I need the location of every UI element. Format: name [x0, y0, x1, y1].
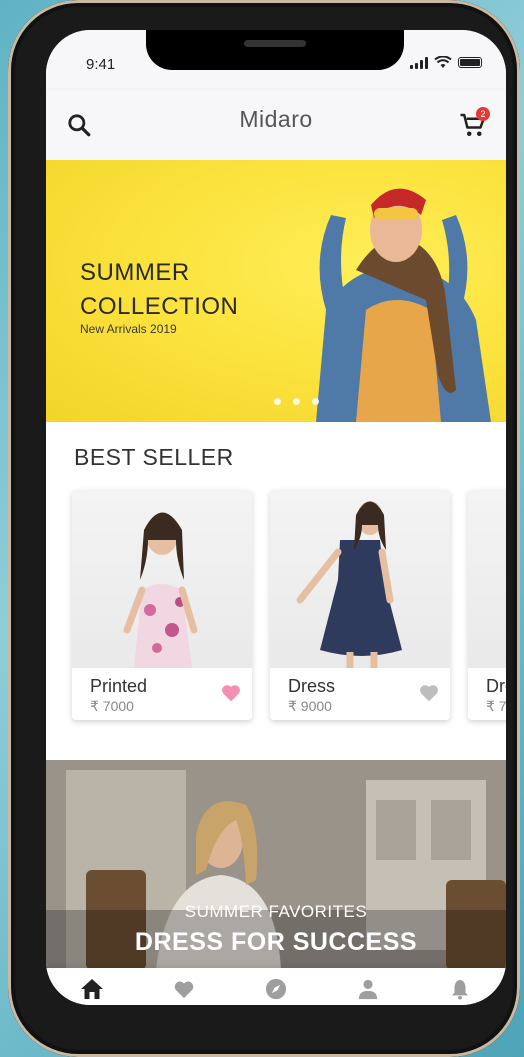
- heart-icon[interactable]: [220, 682, 242, 704]
- phone-frame: 9:41 Midaro 2 SUMMER COLLECTION New Arri…: [8, 0, 520, 1057]
- speaker: [244, 40, 306, 47]
- wifi-icon: [434, 56, 452, 68]
- heart-icon[interactable]: [418, 682, 440, 704]
- status-time: 9:41: [86, 56, 116, 73]
- tab-explore[interactable]: [261, 974, 291, 1004]
- product-price: ₹ 70: [486, 698, 506, 714]
- product-name: Dre: [486, 676, 506, 696]
- battery-icon: [458, 57, 482, 68]
- app-screen: 9:41 Midaro 2 SUMMER COLLECTION New Arri…: [46, 30, 506, 1005]
- signal-icon: [410, 56, 428, 69]
- promo-banner[interactable]: SUMMER FAVORITES DRESS FOR SUCCESS: [46, 760, 506, 970]
- banner-subtitle: New Arrivals 2019: [80, 322, 177, 336]
- banner-headline: SUMMER COLLECTION: [80, 259, 239, 320]
- product-card[interactable]: Printed ₹ 7000: [72, 490, 252, 720]
- status-icons: [410, 56, 482, 69]
- product-price: ₹ 9000: [288, 698, 332, 714]
- tab-home[interactable]: [77, 974, 107, 1004]
- product-price: ₹ 7000: [90, 698, 134, 714]
- carousel-dot[interactable]: [312, 398, 319, 405]
- product-card[interactable]: Dre ₹ 70: [468, 490, 506, 720]
- product-image: [72, 490, 252, 668]
- notch: [146, 30, 404, 70]
- product-card[interactable]: Dress ₹ 9000: [270, 490, 450, 720]
- tab-favorites[interactable]: [169, 974, 199, 1004]
- carousel-dot[interactable]: [274, 398, 281, 405]
- tab-profile[interactable]: [353, 974, 383, 1004]
- banner-model-image: [316, 188, 491, 422]
- compass-icon: [265, 978, 287, 1000]
- carousel-dot[interactable]: [293, 398, 300, 405]
- promo-headline: DRESS FOR SUCCESS: [134, 928, 418, 956]
- person-icon: [358, 979, 378, 1000]
- carousel-dots[interactable]: [274, 398, 319, 405]
- bell-icon: [451, 979, 469, 1000]
- promo-kicker: SUMMER FAVORITES: [184, 902, 368, 921]
- bottom-tab-bar: [46, 968, 506, 1005]
- tab-notifications[interactable]: [445, 974, 475, 1004]
- product-image: [270, 490, 450, 668]
- cart-badge: 2: [476, 107, 490, 121]
- product-name: Printed: [90, 676, 148, 696]
- heart-icon: [174, 981, 194, 999]
- best-seller-list: Printed ₹ 7000 Dress ₹ 9000 Dr ₹ 7: [72, 490, 506, 720]
- app-bar: Midaro 2: [46, 90, 506, 160]
- hero-banner[interactable]: SUMMER COLLECTION New Arrivals 2019: [46, 160, 506, 422]
- app-title: Midaro: [239, 106, 313, 132]
- best-seller-title: BEST SELLER: [74, 444, 234, 470]
- home-icon: [81, 979, 103, 999]
- product-name: Dress: [288, 676, 336, 696]
- product-image: [468, 490, 506, 668]
